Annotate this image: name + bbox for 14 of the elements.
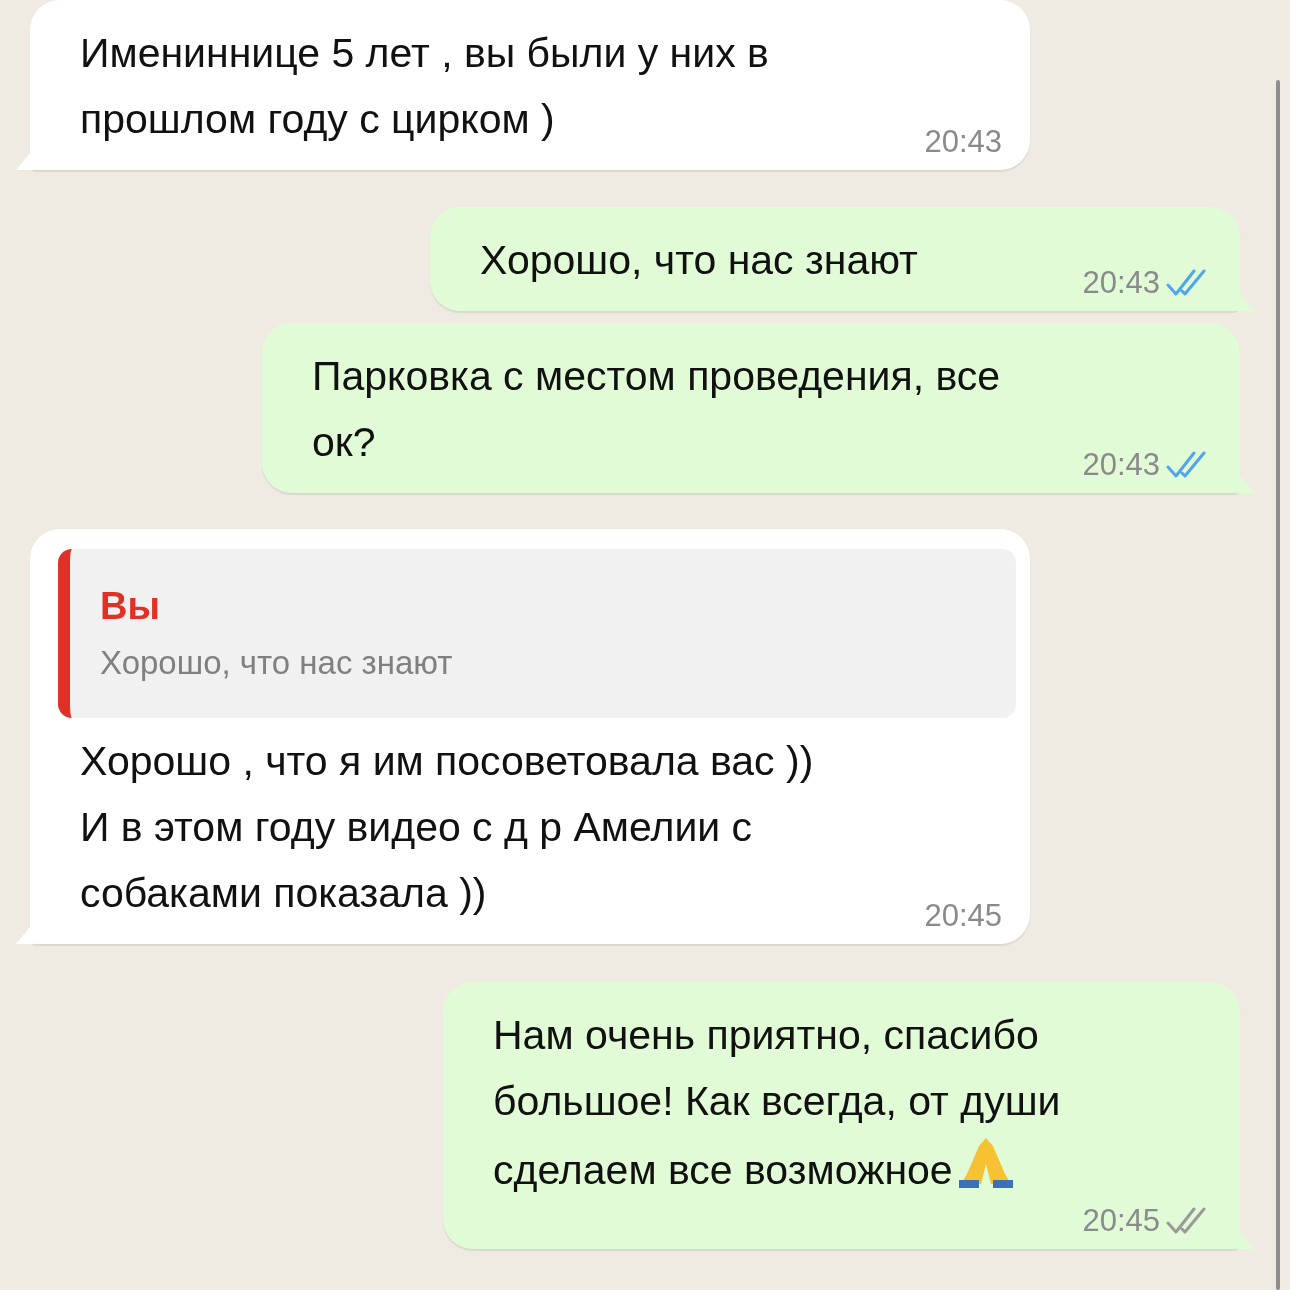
message-text: Хорошо, что нас знают — [480, 236, 918, 285]
message-text: Имениннице 5 лет , вы были у них в прошлом году с цирком ) — [80, 29, 769, 144]
quoted-message[interactable]: Вы Хорошо, что нас знают — [58, 549, 1016, 718]
scroll-bar[interactable] — [1276, 80, 1280, 1290]
message-time: 20:43 — [924, 124, 1002, 160]
message-time: 20:45 — [1082, 1203, 1160, 1239]
message-text: Хорошо , что я им посоветовала вас )) И в этом году видео с д р Амелии с собаками показала )) — [80, 737, 814, 918]
message-time: 20:45 — [924, 898, 1002, 934]
message-text: Нам очень приятно, спасибо большое! Как всегда, от души сделаем все возможное — [493, 1011, 1061, 1195]
message-text: Парковка с местом проведения, все ок? — [312, 352, 1001, 467]
quoted-author: Вы — [100, 585, 161, 628]
message-time: 20:43 — [1082, 447, 1160, 483]
quoted-text: Хорошо, что нас знают — [100, 644, 454, 682]
message-time: 20:43 — [1082, 265, 1160, 301]
